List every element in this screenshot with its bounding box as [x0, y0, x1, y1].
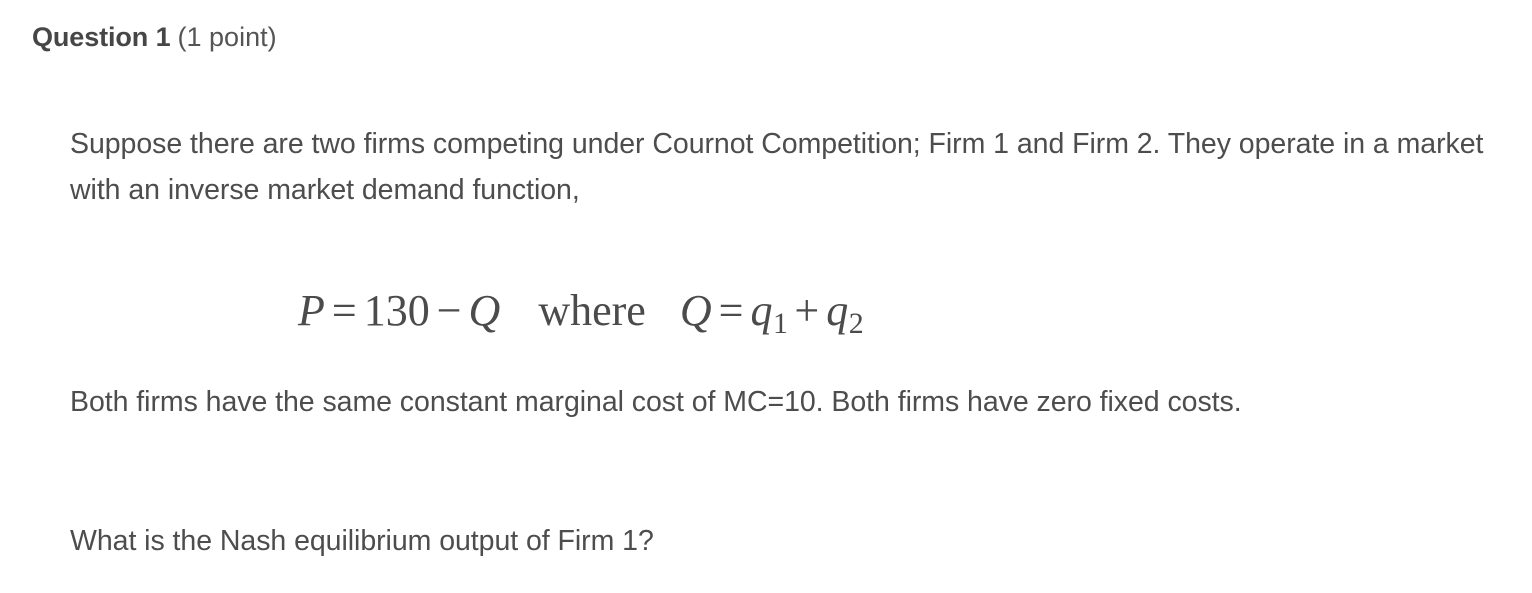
equation-total-quantity-variable: Q	[679, 286, 712, 335]
equation-top-spacer	[70, 241, 1512, 259]
equation-plus-sign: +	[794, 286, 820, 335]
equation-equals-sign: =	[331, 286, 357, 335]
question-costs-paragraph: Both firms have the same constant margin…	[70, 386, 1242, 418]
demand-equation: P = 130− Qwhere Q = q1 + q2	[298, 286, 864, 339]
equation-price-variable: P	[298, 286, 325, 335]
equation-minus-sign: −	[436, 286, 462, 335]
equation-bottom-spacer	[70, 363, 1512, 379]
equation-firm2-subscript: 2	[848, 306, 864, 340]
question-intro-paragraph: Suppose there are two firms competing un…	[70, 127, 1484, 206]
question-title: Question 1	[32, 22, 171, 52]
question-body: Suppose there are two firms competing un…	[70, 92, 1512, 593]
equation-firm1-subscript: 1	[772, 306, 788, 340]
question-prompt-paragraph: What is the Nash equilibrium output of F…	[70, 525, 654, 557]
equation-firm1-quantity-variable: q	[750, 286, 773, 335]
question-header: Question 1 (1 point)	[32, 20, 277, 54]
equation-row: P = 130− Qwhere Q = q1 + q2	[70, 259, 1512, 363]
equation-firm2-quantity-variable: q	[826, 286, 849, 335]
equation-intercept-value: 130	[363, 286, 430, 335]
equation-where-word: where	[538, 286, 646, 335]
question-page: Question 1 (1 point) Suppose there are tw…	[0, 0, 1532, 557]
equation-quantity-variable: Q	[468, 286, 501, 335]
equation-second-equals-sign: =	[718, 286, 744, 335]
question-points: (1 point)	[177, 22, 277, 52]
